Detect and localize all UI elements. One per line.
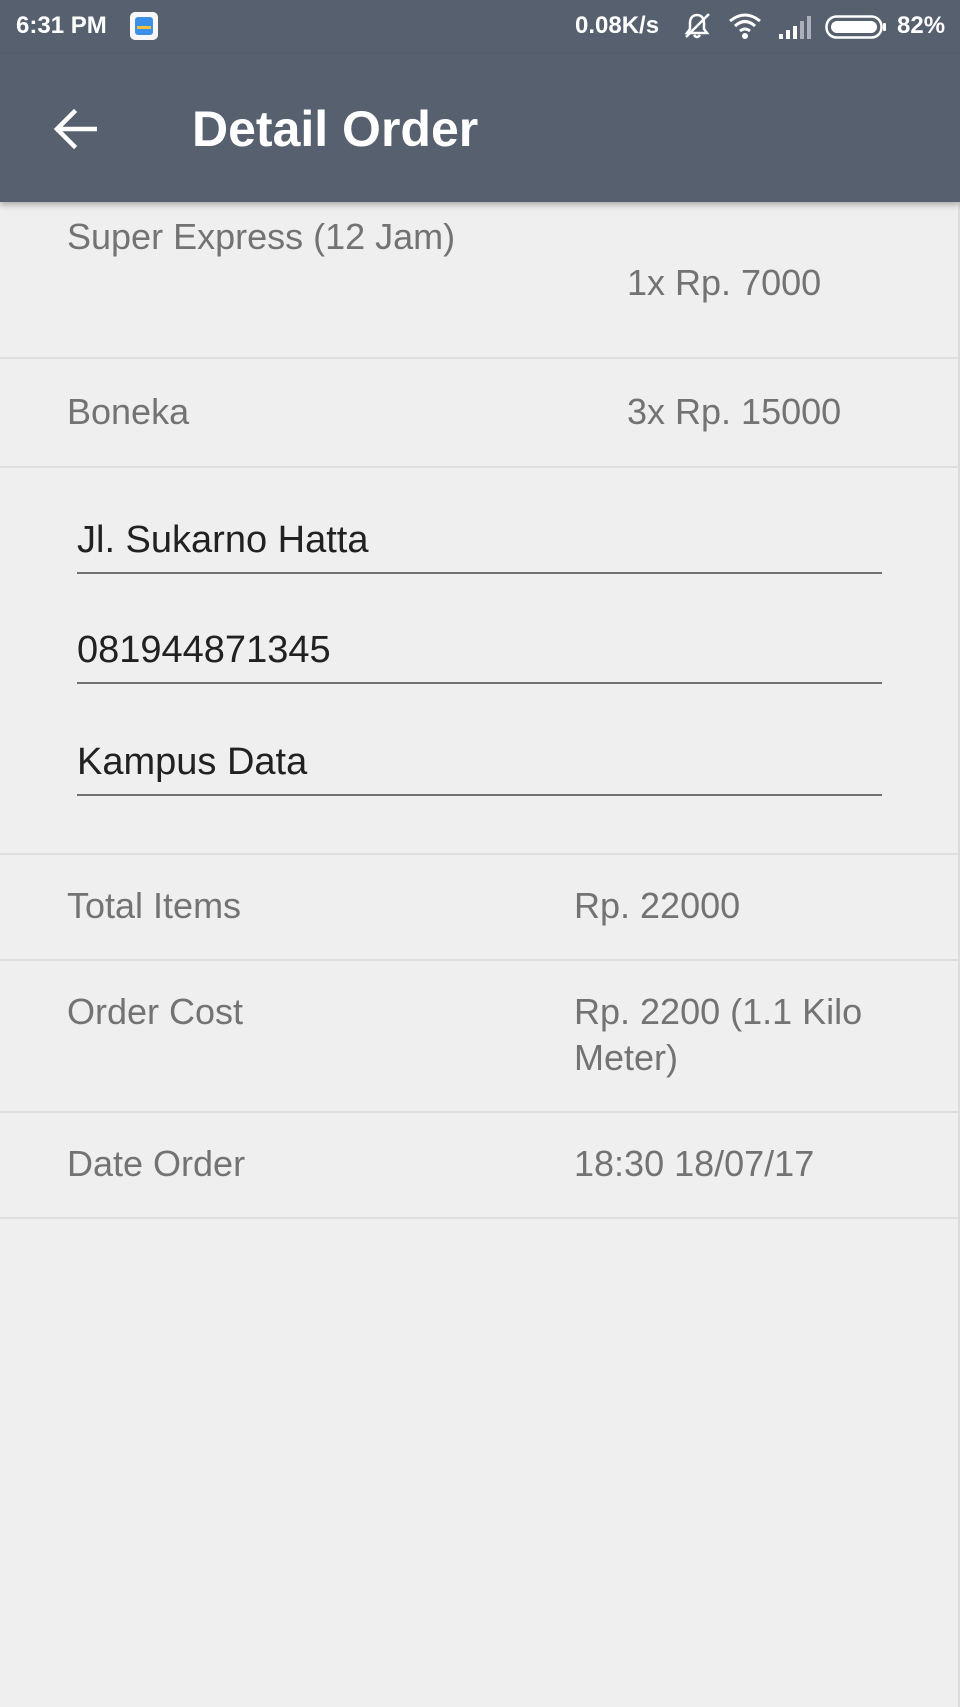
summary-row-total-items: Total Items Rp. 22000 [0,855,958,961]
delivery-fields-section: Jl. Sukarno Hatta 081944871345 Kampus Da… [0,468,958,855]
summary-value: 18:30 18/07/17 [574,1143,815,1184]
battery-icon [825,15,886,39]
phone-field[interactable]: 081944871345 [77,624,882,684]
page-title: Detail Order [192,101,479,157]
arrow-back-icon [53,109,97,149]
summary-label: Order Cost [67,991,244,1032]
app-bar: Detail Order [0,54,960,202]
mute-icon [684,13,710,39]
back-button[interactable] [40,94,110,164]
order-detail-content: Super Express (12 Jam) 1x Rp. 7000 Bonek… [0,202,960,1707]
summary-value: Rp. 22000 [574,885,741,926]
address-field[interactable]: Jl. Sukarno Hatta [77,514,882,574]
order-item-row: Boneka 3x Rp. 15000 [0,359,958,468]
wifi-icon [729,13,761,39]
order-item-row: Super Express (12 Jam) 1x Rp. 7000 [0,202,958,359]
summary-row-date-order: Date Order 18:30 18/07/17 [0,1113,958,1219]
summary-value: Rp. 2200 (1.1 Kilo Meter) [574,991,863,1078]
order-item-qty-price: 1x Rp. 7000 [627,262,822,303]
battery-percentage: 82% [897,12,946,39]
order-item-name: Super Express (12 Jam) [67,216,456,257]
status-time: 6:31 PM [16,12,107,39]
status-bar: 6:31 PM 0.08K/s 82% [0,0,960,54]
order-item-name: Boneka [67,391,190,432]
signal-icon [779,16,811,39]
order-item-qty-price: 3x Rp. 15000 [627,391,842,432]
summary-row-order-cost: Order Cost Rp. 2200 (1.1 Kilo Meter) [0,961,958,1113]
app-notification-icon [130,12,158,40]
location-field[interactable]: Kampus Data [77,736,882,796]
network-speed: 0.08K/s [575,12,660,39]
summary-label: Date Order [67,1143,246,1184]
summary-label: Total Items [67,885,242,926]
